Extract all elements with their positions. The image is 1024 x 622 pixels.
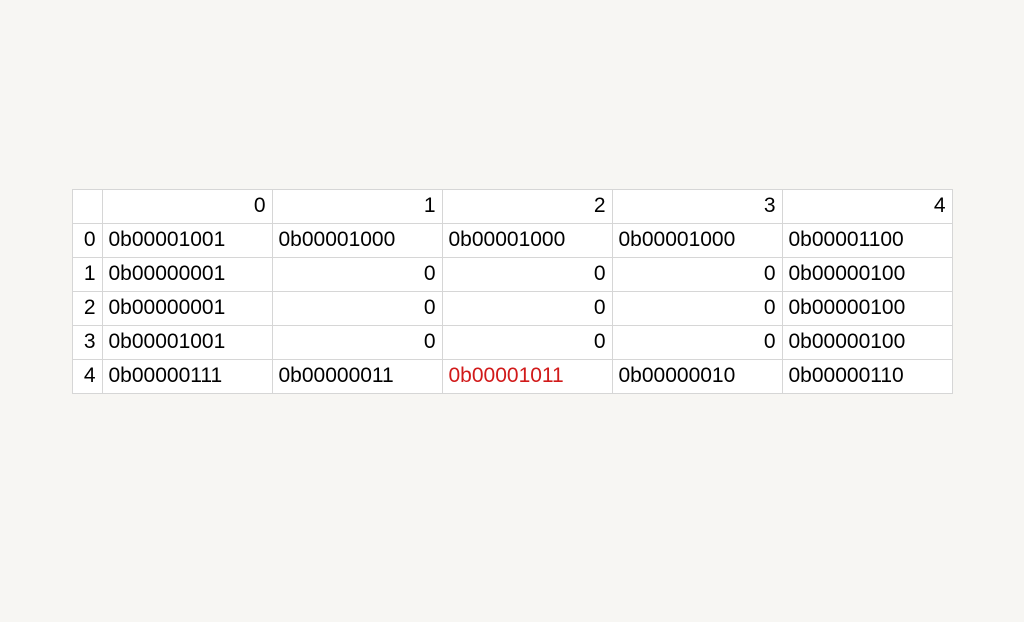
table-cell: 0b00001000 xyxy=(442,223,612,257)
table-cell: 0b00001011 xyxy=(442,359,612,393)
table-row: 20b000000010000b00000100 xyxy=(72,291,952,325)
table-cell: 0 xyxy=(442,291,612,325)
data-table-container: 0 1 2 3 4 00b000010010b000010000b0000100… xyxy=(72,189,953,394)
row-header: 4 xyxy=(72,359,102,393)
table-row: 10b000000010000b00000100 xyxy=(72,257,952,291)
table-row: 40b000001110b000000110b000010110b0000001… xyxy=(72,359,952,393)
table-row: 00b000010010b000010000b000010000b0000100… xyxy=(72,223,952,257)
col-header: 3 xyxy=(612,189,782,223)
col-header: 0 xyxy=(102,189,272,223)
table-cell: 0 xyxy=(272,257,442,291)
data-table: 0 1 2 3 4 00b000010010b000010000b0000100… xyxy=(72,189,953,394)
table-cell: 0b00000001 xyxy=(102,257,272,291)
col-header: 4 xyxy=(782,189,952,223)
table-cell: 0b00000011 xyxy=(272,359,442,393)
table-cell: 0b00000111 xyxy=(102,359,272,393)
table-cell: 0b00000001 xyxy=(102,291,272,325)
table-cell: 0 xyxy=(612,291,782,325)
table-row: 30b000010010000b00000100 xyxy=(72,325,952,359)
table-cell: 0b00000110 xyxy=(782,359,952,393)
table-cell: 0b00000100 xyxy=(782,291,952,325)
table-cell: 0b00000010 xyxy=(612,359,782,393)
table-cell: 0b00001100 xyxy=(782,223,952,257)
table-cell: 0 xyxy=(272,291,442,325)
table-cell: 0 xyxy=(612,325,782,359)
row-header: 2 xyxy=(72,291,102,325)
row-header: 3 xyxy=(72,325,102,359)
table-cell: 0b00001000 xyxy=(272,223,442,257)
col-header: 2 xyxy=(442,189,612,223)
table-cell: 0b00000100 xyxy=(782,325,952,359)
table-cell: 0b00001001 xyxy=(102,325,272,359)
table-cell: 0 xyxy=(612,257,782,291)
row-header: 1 xyxy=(72,257,102,291)
table-cell: 0b00001000 xyxy=(612,223,782,257)
table-cell: 0 xyxy=(442,257,612,291)
col-header: 1 xyxy=(272,189,442,223)
table-cell: 0 xyxy=(272,325,442,359)
corner-cell xyxy=(72,189,102,223)
header-row: 0 1 2 3 4 xyxy=(72,189,952,223)
table-cell: 0b00001001 xyxy=(102,223,272,257)
table-cell: 0 xyxy=(442,325,612,359)
row-header: 0 xyxy=(72,223,102,257)
table-cell: 0b00000100 xyxy=(782,257,952,291)
table-body: 00b000010010b000010000b000010000b0000100… xyxy=(72,223,952,393)
